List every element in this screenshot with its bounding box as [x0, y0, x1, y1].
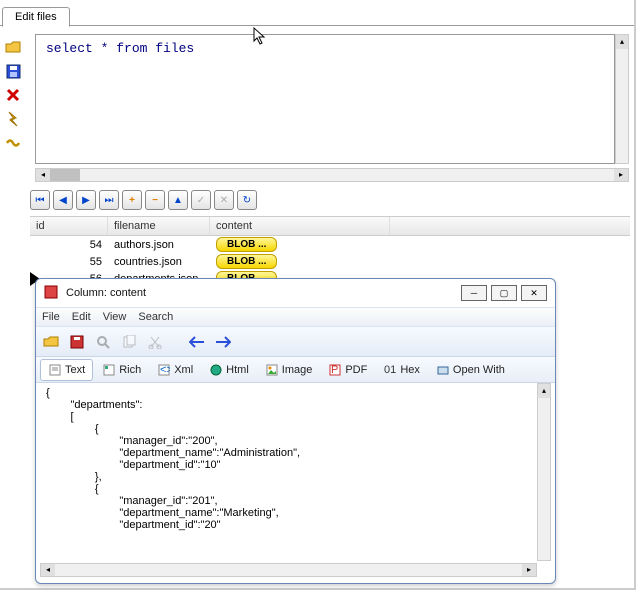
text-icon	[48, 363, 62, 377]
dialog-hscrollbar[interactable]: ◂ ▸	[40, 563, 537, 577]
cell-content: BLOB ...	[210, 236, 290, 253]
svg-text:P: P	[331, 364, 338, 376]
tab-edit-files[interactable]: Edit files	[2, 7, 70, 27]
scroll-right-icon[interactable]: ▸	[522, 564, 536, 576]
cell-content: BLOB ...	[210, 253, 290, 270]
tab-image-label: Image	[282, 364, 313, 376]
scroll-up-icon[interactable]: ▴	[538, 384, 550, 398]
html-icon	[209, 363, 223, 377]
folder-open-icon[interactable]	[4, 38, 22, 56]
menu-view[interactable]: View	[103, 311, 127, 323]
nav-up-button[interactable]: ▲	[168, 190, 188, 210]
grid-header: id filename content	[30, 217, 630, 236]
scroll-left-icon[interactable]: ◂	[36, 169, 50, 181]
tab-hex-label: Hex	[400, 364, 420, 376]
xml-icon: <>	[157, 363, 171, 377]
nav-first-button[interactable]: ⏮	[30, 190, 50, 210]
scroll-track[interactable]	[80, 169, 614, 181]
copy-icon[interactable]	[120, 333, 138, 351]
search-icon[interactable]	[94, 333, 112, 351]
scroll-right-icon[interactable]: ▸	[614, 169, 628, 181]
openwith-icon	[436, 363, 450, 377]
scroll-up-icon[interactable]: ▴	[616, 35, 628, 49]
svg-text:<>: <>	[160, 364, 170, 376]
nav-last-button[interactable]: ⏭	[99, 190, 119, 210]
tab-rich[interactable]: Rich	[95, 360, 148, 380]
nav-commit-button[interactable]: ✓	[191, 190, 211, 210]
tab-html-label: Html	[226, 364, 249, 376]
script-icon[interactable]	[4, 134, 22, 152]
open-icon[interactable]	[42, 333, 60, 351]
tab-text[interactable]: Text	[40, 359, 93, 381]
main-tab-strip: Edit files	[0, 6, 634, 26]
table-row[interactable]: 55 countries.json BLOB ...	[30, 253, 630, 270]
scroll-track[interactable]	[55, 564, 522, 576]
blob-button[interactable]: BLOB ...	[216, 254, 277, 269]
svg-text:010: 010	[384, 364, 396, 376]
tab-image[interactable]: Image	[258, 360, 320, 380]
dialog-vscrollbar[interactable]: ▴	[537, 383, 551, 561]
dialog-icon	[44, 285, 60, 301]
menu-file[interactable]: File	[42, 311, 60, 323]
rich-icon	[102, 363, 116, 377]
tab-hex[interactable]: 010 Hex	[376, 360, 427, 380]
tab-rich-label: Rich	[119, 364, 141, 376]
dialog-title: Column: content	[66, 287, 457, 299]
side-toolbar	[4, 38, 28, 152]
col-header-filename[interactable]: filename	[108, 217, 210, 235]
editor-hscrollbar[interactable]: ◂ ▸	[35, 168, 629, 182]
nav-refresh-button[interactable]: ↻	[237, 190, 257, 210]
cut-icon[interactable]	[146, 333, 164, 351]
cell-id: 54	[30, 238, 108, 252]
column-content-dialog: Column: content ─ ▢ ✕ File Edit View Sea…	[35, 278, 556, 584]
cell-filename: authors.json	[108, 238, 210, 252]
tab-pdf-label: PDF	[345, 364, 367, 376]
delete-icon[interactable]	[4, 86, 22, 104]
editor-vscrollbar[interactable]: ▴	[615, 34, 629, 164]
menu-search[interactable]: Search	[138, 311, 173, 323]
scroll-left-icon[interactable]: ◂	[41, 564, 55, 576]
tab-xml-label: Xml	[174, 364, 193, 376]
menu-edit[interactable]: Edit	[72, 311, 91, 323]
nav-cancel-button[interactable]: ✕	[214, 190, 234, 210]
nav-remove-button[interactable]: −	[145, 190, 165, 210]
run-icon[interactable]	[4, 110, 22, 128]
tab-pdf[interactable]: P PDF	[321, 360, 374, 380]
dialog-text-content[interactable]: { "departments": [ { "manager_id":"200",…	[40, 383, 537, 561]
blob-button[interactable]: BLOB ...	[216, 237, 277, 252]
tab-xml[interactable]: <> Xml	[150, 360, 200, 380]
close-button[interactable]: ✕	[521, 285, 547, 301]
tab-openwith-label: Open With	[453, 364, 505, 376]
nav-add-button[interactable]: +	[122, 190, 142, 210]
results-grid: id filename content 54 authors.json BLOB…	[30, 216, 630, 287]
maximize-button[interactable]: ▢	[491, 285, 517, 301]
tab-text-label: Text	[65, 364, 85, 376]
cell-id: 55	[30, 255, 108, 269]
tab-openwith[interactable]: Open With	[429, 360, 512, 380]
nav-prev-button[interactable]: ◀	[53, 190, 73, 210]
nav-toolbar: ⏮ ◀ ▶ ⏭ + − ▲ ✓ ✕ ↻	[30, 190, 257, 212]
back-icon[interactable]	[188, 333, 206, 351]
minimize-button[interactable]: ─	[461, 285, 487, 301]
cell-filename: countries.json	[108, 255, 210, 269]
dialog-titlebar[interactable]: Column: content ─ ▢ ✕	[36, 279, 555, 307]
save-icon[interactable]	[4, 62, 22, 80]
sql-editor[interactable]: select * from files	[35, 34, 615, 164]
nav-next-button[interactable]: ▶	[76, 190, 96, 210]
dialog-toolbar	[36, 327, 555, 357]
table-row[interactable]: 54 authors.json BLOB ...	[30, 236, 630, 253]
col-header-id[interactable]: id	[30, 217, 108, 235]
hex-icon: 010	[383, 363, 397, 377]
tab-html[interactable]: Html	[202, 360, 256, 380]
pdf-icon: P	[328, 363, 342, 377]
image-icon	[265, 363, 279, 377]
dialog-tabbar: Text Rich <> Xml Html Image P PDF 010 Hex O…	[36, 357, 555, 383]
forward-icon[interactable]	[214, 333, 232, 351]
dialog-menubar: File Edit View Search	[36, 307, 555, 327]
save-icon[interactable]	[68, 333, 86, 351]
col-header-content[interactable]: content	[210, 217, 390, 235]
window-border-bottom	[0, 588, 636, 590]
scroll-thumb[interactable]	[50, 169, 80, 181]
